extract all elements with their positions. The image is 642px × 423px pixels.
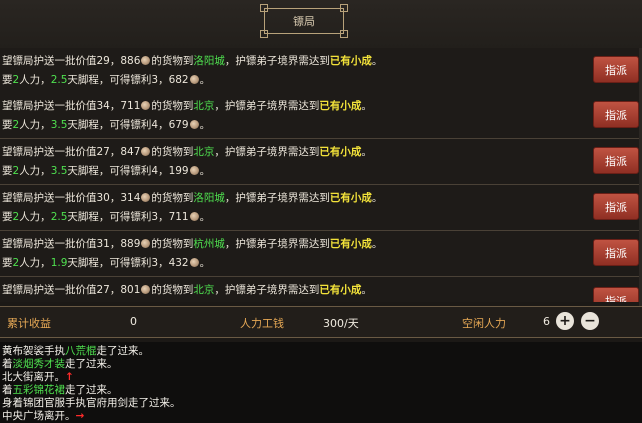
required-rank: 已有小成 <box>329 192 372 204</box>
wage-label: 人力工钱 <box>240 317 284 330</box>
travel-days: 1.9 <box>50 257 68 269</box>
escort-profit: 4，679 <box>151 119 189 131</box>
assign-button[interactable]: 指派 <box>593 56 639 83</box>
goods-value: 27，847 <box>96 146 141 158</box>
minus-icon[interactable]: − <box>581 312 599 330</box>
coin-icon <box>189 212 199 221</box>
destination: 洛阳城 <box>193 55 225 67</box>
assign-button[interactable]: 指派 <box>593 287 639 302</box>
mission-row: 望镖局护送一批价值29，886 的货物到洛阳城，护镖弟子境界需达到已有小成。 要2人… <box>0 48 642 94</box>
coin-icon <box>189 166 199 175</box>
mission-row: 望镖局护送一批价值30，314 的货物到洛阳城，护镖弟子境界需达到已有小成。 要2人… <box>0 185 642 231</box>
assign-button[interactable]: 指派 <box>593 193 639 220</box>
travel-days: 2.5 <box>50 211 68 223</box>
goods-value: 29，886 <box>96 55 141 67</box>
mission-description: 望镖局护送一批价值31，889 的货物到杭州城，护镖弟子境界需达到已有小成。 <box>2 238 383 250</box>
coin-icon <box>189 75 199 84</box>
log-line: 北大街离开。↑ <box>2 371 74 383</box>
mission-requirements: 要2人力，2.5天脚程，可得镖利3，682。 <box>2 74 211 86</box>
log-line: 身着锦团官服手执官府用剑走了过来。 <box>2 397 181 409</box>
escort-profit: 4，199 <box>151 165 189 177</box>
required-rank: 已有小成 <box>319 146 362 158</box>
wage-value: 300/天 <box>323 317 359 330</box>
destination: 杭州城 <box>193 238 225 250</box>
log-line: 着五彩锦花裙走了过来。 <box>2 384 118 396</box>
stats-bar: 累计收益 0 人力工钱 300/天 空闲人力 6 + − <box>0 306 642 338</box>
mission-description: 望镖局护送一批价值30，314 的货物到洛阳城，护镖弟子境界需达到已有小成。 <box>2 192 383 204</box>
escort-profit: 3，432 <box>151 257 189 269</box>
right-arrow-icon: → <box>75 410 85 422</box>
log-line: 黄布袈裟手执八荒棍走了过来。 <box>2 345 149 357</box>
mission-requirements: 要2人力，3.5天脚程，可得镖利4，679。 <box>2 119 211 131</box>
frame-corner-ornament <box>260 4 268 12</box>
coin-icon <box>141 147 151 156</box>
goods-value: 27，801 <box>96 284 141 296</box>
event-log: 黄布袈裟手执八荒棍走了过来。 着淡烟秀才装走了过来。 北大街离开。↑ 着五彩锦花… <box>0 342 642 423</box>
escort-agency-screen: 镖局 望镖局护送一批价值29，886 的货物到洛阳城，护镖弟子境界需达到已有小成。… <box>0 0 642 423</box>
mission-requirements: 要2人力，1.9天脚程，可得镖利3，432。 <box>2 257 211 269</box>
page-title: 镖局 <box>293 15 315 28</box>
required-rank: 已有小成 <box>319 284 362 296</box>
destination: 洛阳城 <box>193 192 225 204</box>
mission-row: 望镖局护送一批价值27，801 的货物到北京，护镖弟子境界需达到已有小成。 指派 <box>0 277 642 302</box>
travel-days: 3.5 <box>50 119 68 131</box>
mission-row: 望镖局护送一批价值27，847 的货物到北京，护镖弟子境界需达到已有小成。 要2人力… <box>0 139 642 185</box>
mission-description: 望镖局护送一批价值27，801 的货物到北京，护镖弟子境界需达到已有小成。 <box>2 284 372 296</box>
frame-corner-ornament <box>340 4 348 12</box>
earnings-label: 累计收益 <box>7 317 51 330</box>
escort-profit: 3，682 <box>151 74 189 86</box>
escort-profit: 3，711 <box>151 211 189 223</box>
travel-days: 2.5 <box>50 74 68 86</box>
title-frame: 镖局 <box>260 4 348 38</box>
mission-row: 望镖局护送一批价值34，711 的货物到北京，护镖弟子境界需达到已有小成。 要2人力… <box>0 93 642 139</box>
mission-requirements: 要2人力，3.5天脚程，可得镖利4，199。 <box>2 165 211 177</box>
goods-value: 31，889 <box>96 238 141 250</box>
log-line: 着淡烟秀才装走了过来。 <box>2 358 118 370</box>
up-arrow-icon: ↑ <box>65 371 74 383</box>
earnings-value: 0 <box>130 315 137 328</box>
coin-icon <box>141 56 151 65</box>
required-rank: 已有小成 <box>329 238 372 250</box>
coin-icon <box>141 193 151 202</box>
goods-value: 30，314 <box>96 192 141 204</box>
required-rank: 已有小成 <box>319 100 362 112</box>
destination: 北京 <box>193 100 215 112</box>
mission-description: 望镖局护送一批价值27，847 的货物到北京，护镖弟子境界需达到已有小成。 <box>2 146 372 158</box>
mission-description: 望镖局护送一批价值34，711 的货物到北京，护镖弟子境界需达到已有小成。 <box>2 100 372 112</box>
mission-list[interactable]: 望镖局护送一批价值29，886 的货物到洛阳城，护镖弟子境界需达到已有小成。 要2人… <box>0 48 642 302</box>
travel-days: 3.5 <box>50 165 68 177</box>
goods-value: 34，711 <box>96 100 141 112</box>
coin-icon <box>189 120 199 129</box>
mission-requirements: 要2人力，2.5天脚程，可得镖利3，711。 <box>2 211 211 223</box>
frame-corner-ornament <box>340 30 348 38</box>
destination: 北京 <box>193 146 215 158</box>
frame-corner-ornament <box>260 30 268 38</box>
required-rank: 已有小成 <box>329 55 372 67</box>
idle-manpower-label: 空闲人力 <box>462 317 506 330</box>
mission-row: 望镖局护送一批价值31，889 的货物到杭州城，护镖弟子境界需达到已有小成。 要2人… <box>0 231 642 277</box>
coin-icon <box>141 285 151 294</box>
mission-description: 望镖局护送一批价值29，886 的货物到洛阳城，护镖弟子境界需达到已有小成。 <box>2 55 383 67</box>
destination: 北京 <box>193 284 215 296</box>
assign-button[interactable]: 指派 <box>593 101 639 128</box>
assign-button[interactable]: 指派 <box>593 147 639 174</box>
coin-icon <box>189 258 199 267</box>
coin-icon <box>141 239 151 248</box>
idle-manpower-value: 6 <box>543 315 550 328</box>
plus-icon[interactable]: + <box>556 312 574 330</box>
coin-icon <box>141 101 151 110</box>
header-bar: 镖局 <box>0 0 642 49</box>
log-line: 中央广场离开。→ <box>2 410 85 422</box>
assign-button[interactable]: 指派 <box>593 239 639 266</box>
